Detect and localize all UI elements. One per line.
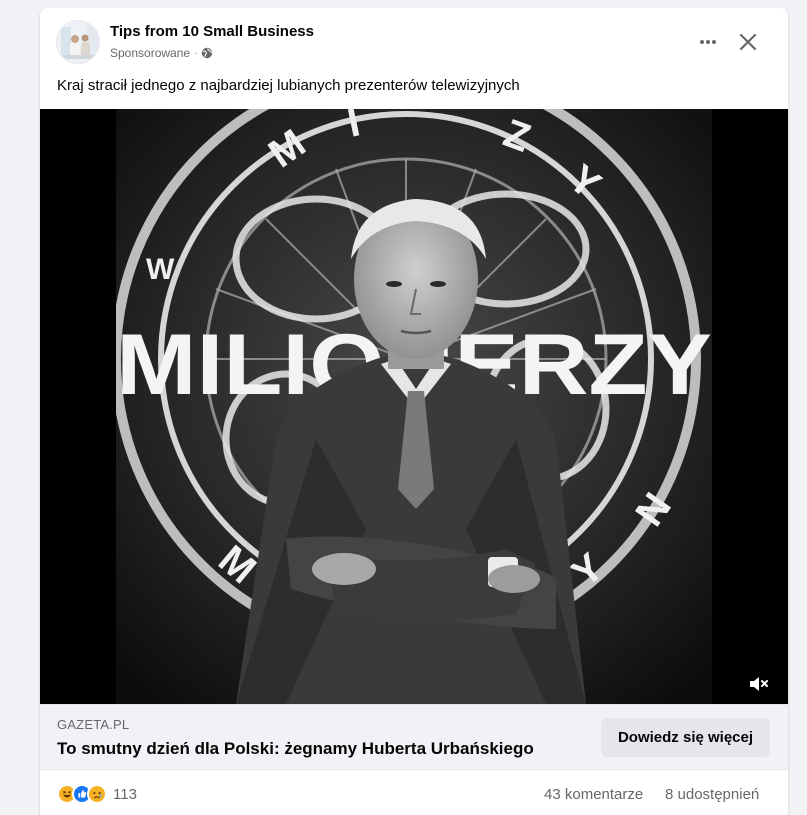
hide-post-button[interactable]: [730, 24, 766, 60]
meta-separator: ·: [194, 47, 198, 59]
sponsored-label[interactable]: Sponsorowane: [110, 46, 190, 60]
post-meta: Sponsorowane ·: [110, 46, 213, 60]
page-name[interactable]: Tips from 10 Small Business: [110, 23, 314, 40]
page-avatar[interactable]: [56, 20, 100, 64]
link-domain: GAZETA.PL: [57, 717, 130, 732]
reaction-count[interactable]: 113: [113, 786, 137, 803]
sad-icon: [87, 784, 107, 804]
more-horizontal-icon: [700, 40, 716, 44]
post-stats: 113 43 komentarze 8 udostępnień: [40, 770, 788, 815]
mute-button[interactable]: [744, 669, 774, 699]
video-player[interactable]: M I Z Y M I Y N W MILIONERZY: [40, 109, 788, 704]
close-icon: [739, 33, 757, 51]
comments-count[interactable]: 43 komentarze: [544, 786, 643, 803]
more-options-button[interactable]: [690, 24, 726, 60]
learn-more-button[interactable]: Dowiedz się więcej: [601, 718, 770, 757]
shares-count[interactable]: 8 udostępnień: [665, 786, 759, 803]
video-thumbnail: M I Z Y M I Y N W MILIONERZY: [116, 109, 712, 704]
volume-muted-icon: [750, 677, 768, 691]
reactions-summary[interactable]: 113: [57, 784, 137, 804]
link-title[interactable]: To smutny dzień dla Polski: żegnamy Hube…: [57, 739, 534, 759]
video-frame[interactable]: M I Z Y M I Y N W MILIONERZY: [116, 109, 712, 704]
link-preview[interactable]: GAZETA.PL To smutny dzień dla Polski: że…: [40, 704, 788, 770]
post-caption: Kraj stracił jednego z najbardziej lubia…: [57, 77, 520, 94]
post-header: Tips from 10 Small Business Sponsorowane…: [40, 8, 788, 70]
avatar-image: [57, 21, 99, 63]
globe-icon[interactable]: [201, 47, 213, 59]
svg-text:W: W: [146, 253, 175, 286]
sponsored-post-card: Tips from 10 Small Business Sponsorowane…: [40, 8, 788, 815]
